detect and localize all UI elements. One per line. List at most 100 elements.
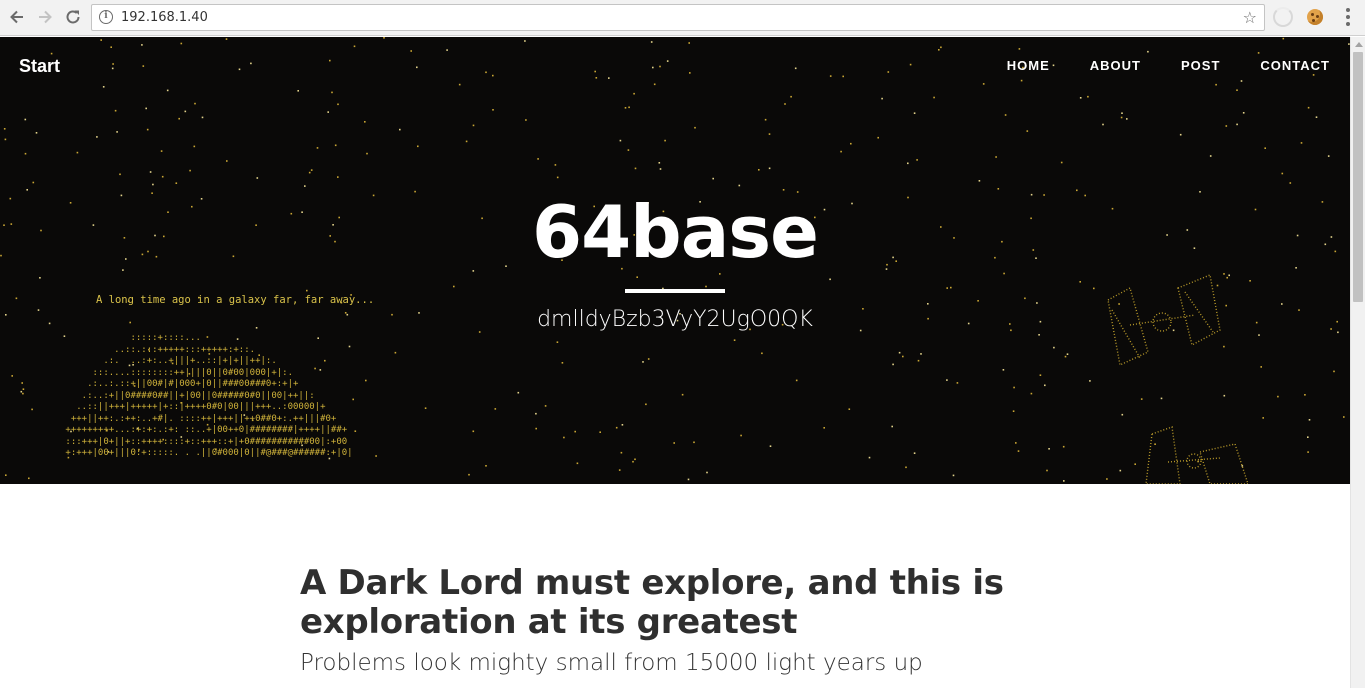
star-dot [152,183,154,186]
sync-extension-icon[interactable] [1273,7,1293,27]
star-dot [920,353,922,355]
star-dot [11,375,13,377]
star-dot [1179,133,1182,136]
scrollbar-thumb[interactable] [1353,52,1363,302]
star-icon[interactable]: ☆ [1243,8,1257,27]
star-dot [768,133,771,135]
post-title[interactable]: A Dark Lord must explore, and this is ex… [300,564,1060,642]
star-dot [525,119,527,121]
star-dot [1262,417,1264,419]
star-dot [1038,334,1040,336]
star-dot [933,96,935,99]
star-dot [1024,297,1026,300]
star-dot [650,41,653,43]
star-dot [226,160,228,162]
star-dot [659,65,661,68]
star-dot [524,40,526,42]
back-button[interactable] [6,6,28,28]
star-dot [877,136,879,139]
star-dot [15,297,18,300]
star-dot [1089,380,1091,382]
star-dot [645,403,647,406]
star-dot [310,169,313,171]
hero-header: Start HOME ABOUT POST CONTACT A long tim… [0,37,1350,484]
star-dot [1119,469,1122,472]
star-dot [938,49,940,51]
star-dot [576,462,579,465]
cookie-extension-icon[interactable] [1307,9,1323,25]
nav-home-link[interactable]: HOME [1007,58,1050,73]
vertical-scrollbar[interactable] [1350,37,1365,688]
star-dot [142,65,145,67]
reload-button[interactable] [62,6,84,28]
star-dot [238,68,241,71]
post-subtitle[interactable]: Problems look mighty small from 15000 li… [300,650,1060,676]
star-dot [950,286,952,289]
star-dot [848,408,851,410]
star-dot [184,110,187,113]
nav-contact-link[interactable]: CONTACT [1260,58,1330,73]
scroll-up-arrow[interactable] [1355,42,1363,47]
star-dot [694,126,696,129]
star-dot [927,303,929,305]
star-dot [1004,114,1007,116]
star-dot [666,60,669,62]
star-dot [1282,37,1285,40]
post-preview[interactable]: A Dark Lord must explore, and this is ex… [300,564,1060,677]
nav-post-link[interactable]: POST [1181,58,1220,73]
forward-button[interactable] [34,6,56,28]
star-dot [1226,276,1228,279]
star-dot [32,181,35,184]
star-dot [761,352,763,355]
brand-link[interactable]: Start [19,56,60,77]
star-dot [1087,95,1089,98]
star-dot [22,388,25,390]
star-dot [977,300,979,302]
star-dot [1060,161,1063,164]
star-dot [352,398,354,401]
star-dot [687,478,690,481]
star-dot [913,112,916,114]
star-dot [146,128,149,131]
star-dot [250,62,252,65]
star-dot [50,52,53,55]
star-dot [618,469,621,471]
star-dot [161,175,164,178]
star-dot [620,451,623,454]
star-dot [705,285,707,288]
main-nav: HOME ABOUT POST CONTACT [1007,58,1330,73]
star-dot [364,121,366,123]
star-dot [334,144,337,147]
star-dot [574,430,576,433]
star-dot [898,351,901,354]
death-star-ascii-art: :::::+::::... ..::.:::+++++:::+++++:+::.… [65,333,353,458]
nav-about-link[interactable]: ABOUT [1090,58,1141,73]
star-dot [952,474,955,477]
star-dot [758,169,760,171]
star-dot [4,138,7,141]
star-dot [909,63,912,66]
star-dot [795,379,798,382]
star-dot [956,382,959,384]
star-dot [1102,123,1104,126]
address-bar[interactable]: i 192.168.1.40 ☆ [91,4,1265,31]
star-dot [946,379,948,381]
star-dot [1066,353,1069,355]
star-dot [21,382,23,384]
url-text[interactable]: 192.168.1.40 [121,10,208,25]
star-dot [1053,346,1055,349]
arrow-left-icon [10,10,23,24]
star-dot [465,140,468,143]
star-dot [160,150,163,152]
star-dot [225,38,228,40]
star-dot [905,466,907,469]
info-icon[interactable]: i [99,10,113,24]
star-dot [383,37,385,39]
star-dot [114,109,117,112]
star-dot [1012,410,1015,412]
star-dot [794,67,797,70]
star-dot [1039,374,1042,376]
star-dot [608,77,610,79]
crawl-intro-text: A long time ago in a galaxy far, far awa… [96,294,375,306]
kebab-menu-icon[interactable] [1340,7,1356,27]
